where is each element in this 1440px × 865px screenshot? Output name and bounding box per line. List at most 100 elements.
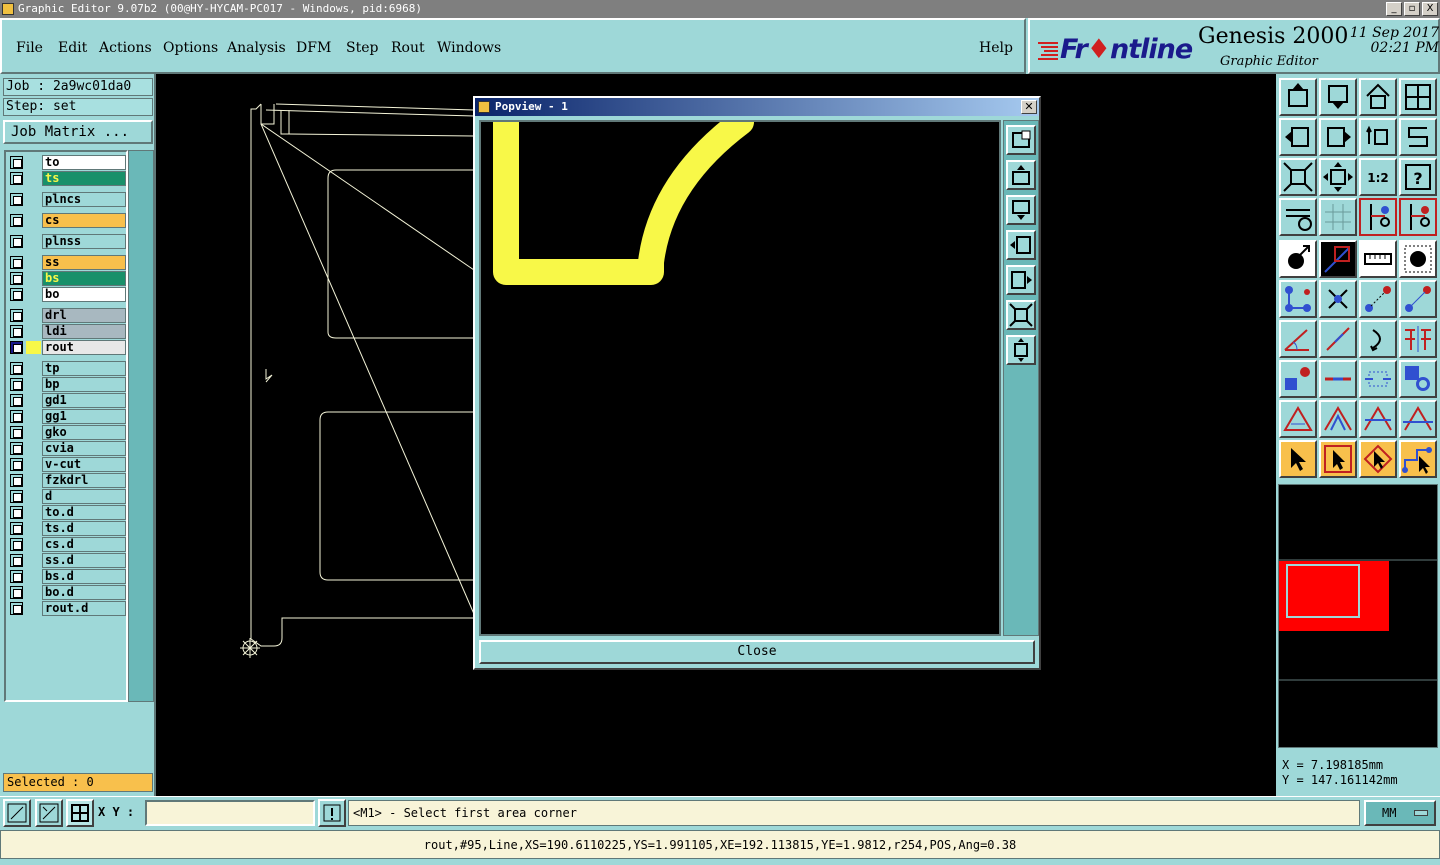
layer-color-swatch[interactable] bbox=[26, 362, 41, 375]
layer-name[interactable]: rout.d bbox=[42, 601, 126, 616]
layer-checkbox[interactable] bbox=[10, 506, 23, 519]
layer-name[interactable]: to.d bbox=[42, 505, 126, 520]
menu-help[interactable]: Help bbox=[979, 40, 1013, 56]
layer-checkbox[interactable] bbox=[10, 341, 23, 354]
layer-row-to.d[interactable]: to.d bbox=[8, 505, 126, 520]
copy-tool-icon[interactable] bbox=[1399, 280, 1437, 318]
layer-row-cs.d[interactable]: cs.d bbox=[8, 537, 126, 552]
pan-right-tool-icon[interactable] bbox=[1319, 118, 1357, 156]
layer-row-v-cut[interactable]: v-cut bbox=[8, 457, 126, 472]
popview-zoom-out-icon[interactable] bbox=[1006, 335, 1036, 365]
layer-checkbox[interactable] bbox=[10, 458, 23, 471]
layer-row-ts.d[interactable]: ts.d bbox=[8, 521, 126, 536]
layer-color-swatch[interactable] bbox=[26, 214, 41, 227]
layer-row-bo[interactable]: bo bbox=[8, 287, 126, 302]
layer-row-to[interactable]: to bbox=[8, 155, 126, 170]
alert-icon[interactable] bbox=[318, 799, 346, 827]
menu-options[interactable]: Options bbox=[163, 40, 218, 56]
layer-color-swatch[interactable] bbox=[26, 235, 41, 248]
layer-row-rout[interactable]: rout bbox=[8, 340, 126, 355]
layer-color-swatch[interactable] bbox=[26, 378, 41, 391]
layer-row-bp[interactable]: bp bbox=[8, 377, 126, 392]
layer-name[interactable]: rout bbox=[42, 340, 126, 355]
layer-name[interactable]: d bbox=[42, 489, 126, 504]
layer-checkbox[interactable] bbox=[10, 309, 23, 322]
menu-step[interactable]: Step bbox=[346, 40, 378, 56]
layer-row-cvia[interactable]: cvia bbox=[8, 441, 126, 456]
layer-checkbox[interactable] bbox=[10, 235, 23, 248]
layer-name[interactable]: bo.d bbox=[42, 585, 126, 600]
layer-name[interactable]: gg1 bbox=[42, 409, 126, 424]
line-tool-icon[interactable] bbox=[1319, 320, 1357, 358]
layer-checkbox[interactable] bbox=[10, 554, 23, 567]
layer-row-tp[interactable]: tp bbox=[8, 361, 126, 376]
measure-tool-icon[interactable] bbox=[1359, 240, 1397, 278]
menu-actions[interactable]: Actions bbox=[99, 40, 152, 56]
menu-analysis[interactable]: Analysis bbox=[227, 40, 286, 56]
layer-checkbox[interactable] bbox=[10, 586, 23, 599]
select-net-tool-icon[interactable] bbox=[1399, 440, 1437, 478]
layer-name[interactable]: v-cut bbox=[42, 457, 126, 472]
select-box-tool-icon[interactable] bbox=[1319, 440, 1357, 478]
layer-row-bs[interactable]: bs bbox=[8, 271, 126, 286]
layer-row-d[interactable]: d bbox=[8, 489, 126, 504]
select-tool-icon[interactable] bbox=[1279, 440, 1317, 478]
layer-color-swatch[interactable] bbox=[26, 193, 41, 206]
overview-thumbnail[interactable] bbox=[1278, 484, 1438, 748]
snap-grid-icon[interactable] bbox=[35, 799, 63, 827]
layer-name[interactable]: cs bbox=[42, 213, 126, 228]
menu-dfm[interactable]: DFM bbox=[296, 40, 331, 56]
layer-color-swatch[interactable] bbox=[26, 272, 41, 285]
layer-name[interactable]: ss.d bbox=[42, 553, 126, 568]
minimize-button[interactable]: _ bbox=[1386, 2, 1402, 16]
layer-checkbox[interactable] bbox=[10, 538, 23, 551]
menu-file[interactable]: File bbox=[16, 40, 43, 56]
layer-row-cs[interactable]: cs bbox=[8, 213, 126, 228]
layer-row-drl[interactable]: drl bbox=[8, 308, 126, 323]
layer-name[interactable]: ts bbox=[42, 171, 126, 186]
layer-name[interactable]: plncs bbox=[42, 192, 126, 207]
layer-name[interactable]: drl bbox=[42, 308, 126, 323]
menu-windows[interactable]: Windows bbox=[437, 40, 501, 56]
group-tool-icon[interactable] bbox=[1399, 360, 1437, 398]
zoom-1-to-2-tool-icon[interactable]: 1:2 bbox=[1359, 158, 1397, 196]
units-selector[interactable]: MM bbox=[1364, 800, 1436, 826]
layer-color-swatch[interactable] bbox=[26, 256, 41, 269]
layer-color-swatch[interactable] bbox=[26, 341, 41, 354]
select-polygon-tool-icon[interactable] bbox=[1359, 440, 1397, 478]
snap-tool-icon[interactable] bbox=[1359, 198, 1397, 236]
layer-color-swatch[interactable] bbox=[26, 490, 41, 503]
layer-checkbox[interactable] bbox=[10, 394, 23, 407]
layer-row-ss[interactable]: ss bbox=[8, 255, 126, 270]
layer-row-ts[interactable]: ts bbox=[8, 171, 126, 186]
zoom-out-tool-icon[interactable] bbox=[1319, 158, 1357, 196]
layer-color-swatch[interactable] bbox=[26, 394, 41, 407]
layer-checkbox[interactable] bbox=[10, 602, 23, 615]
layer-checkbox[interactable] bbox=[10, 378, 23, 391]
layer-color-swatch[interactable] bbox=[26, 586, 41, 599]
mirror-tool-icon[interactable] bbox=[1399, 320, 1437, 358]
layer-row-plncs[interactable]: plncs bbox=[8, 192, 126, 207]
layer-row-bo.d[interactable]: bo.d bbox=[8, 585, 126, 600]
popview-pan-up-icon[interactable] bbox=[1006, 160, 1036, 190]
layer-row-ldi[interactable]: ldi bbox=[8, 324, 126, 339]
layer-color-swatch[interactable] bbox=[26, 602, 41, 615]
layer-checkbox[interactable] bbox=[10, 490, 23, 503]
layer-color-swatch[interactable] bbox=[26, 426, 41, 439]
layer-color-swatch[interactable] bbox=[26, 442, 41, 455]
layer-name[interactable]: ss bbox=[42, 255, 126, 270]
layer-color-swatch[interactable] bbox=[26, 538, 41, 551]
triangle-tool-icon[interactable] bbox=[1279, 400, 1317, 438]
layer-checkbox[interactable] bbox=[10, 156, 23, 169]
layer-name[interactable]: fzkdrl bbox=[42, 473, 126, 488]
cut-tool-icon[interactable] bbox=[1399, 400, 1437, 438]
layer-row-bs.d[interactable]: bs.d bbox=[8, 569, 126, 584]
job-matrix-button[interactable]: Job Matrix ... bbox=[3, 120, 153, 144]
layer-color-swatch[interactable] bbox=[26, 288, 41, 301]
delete-tool-icon[interactable] bbox=[1319, 280, 1357, 318]
layer-name[interactable]: bp bbox=[42, 377, 126, 392]
layer-color-swatch[interactable] bbox=[26, 309, 41, 322]
layer-name[interactable]: plnss bbox=[42, 234, 126, 249]
maximize-button[interactable]: ▫ bbox=[1404, 2, 1420, 16]
move-tool-icon[interactable] bbox=[1359, 280, 1397, 318]
